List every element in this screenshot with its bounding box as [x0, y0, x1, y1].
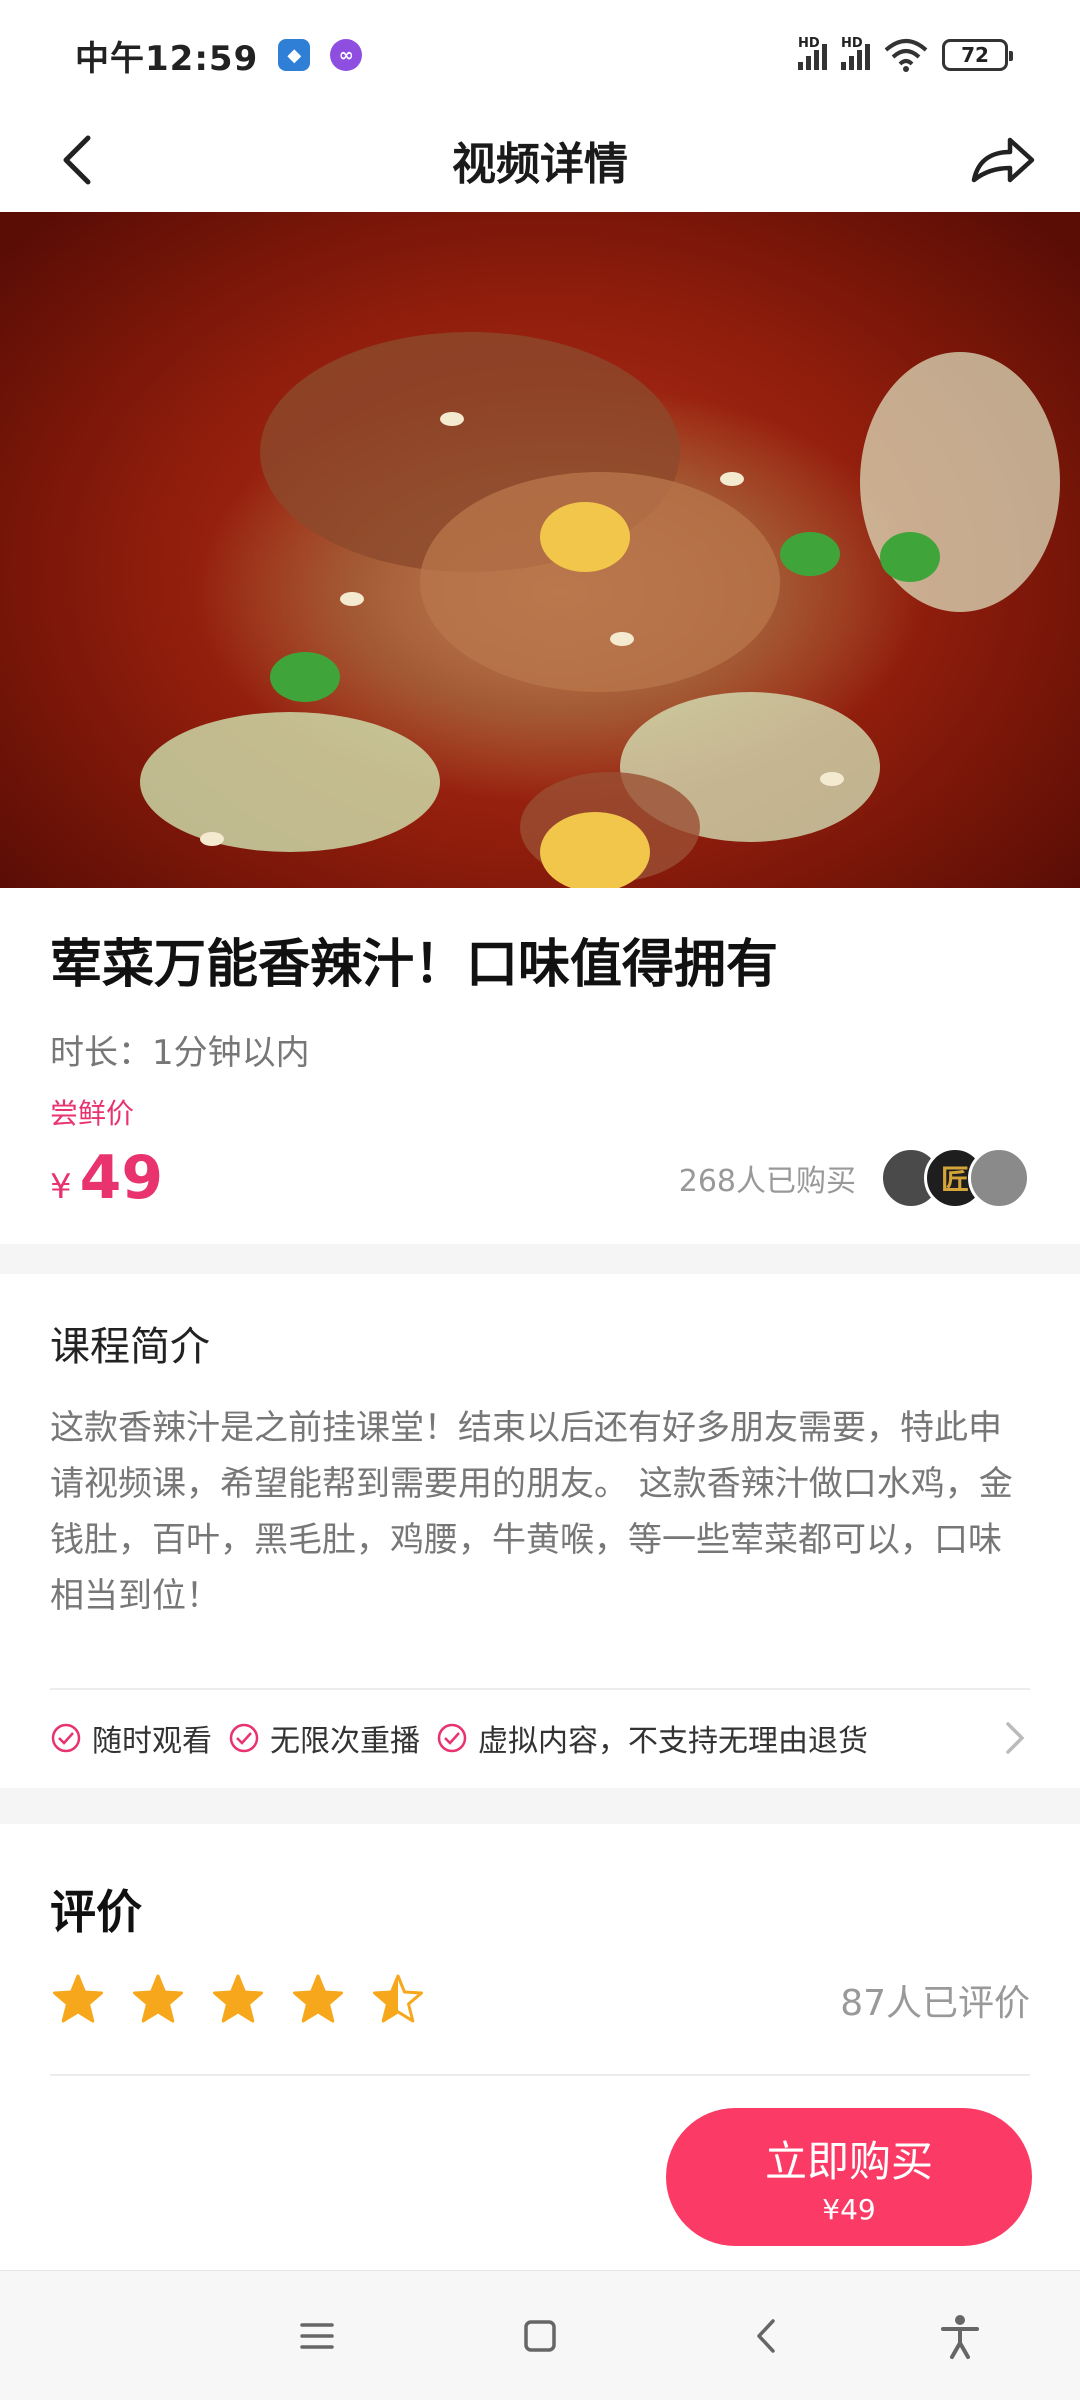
star-full-icon	[293, 1974, 343, 2023]
price-row: ¥ 49 268人已购买 匠	[50, 1138, 1030, 1218]
notification-app-icon: ∞	[330, 39, 363, 71]
course-intro: 课程简介 这款香辣汁是之前挂课堂！结束以后还有好多朋友需要，特此申请视频课，希望…	[0, 1274, 1080, 1788]
feature-label: 虚拟内容，不支持无理由退货	[478, 1724, 868, 1759]
feature-item: 无限次重播	[228, 1716, 420, 1760]
intro-text: 这款香辣汁是之前挂课堂！结束以后还有好多朋友需要，特此申请视频课，希望能帮到需要…	[50, 1408, 1013, 1616]
status-bar: 中午12:59 ◆ ∞ HD HD 72	[0, 0, 1080, 110]
feature-label: 随时观看	[92, 1724, 212, 1759]
battery-level: 72	[961, 43, 989, 67]
wifi-icon	[884, 39, 928, 72]
price-value: 49	[79, 1143, 164, 1213]
avatar	[968, 1147, 1030, 1209]
buy-now-price: ¥49	[822, 2193, 876, 2226]
course-title: 荤菜万能香辣汁！口味值得拥有	[50, 935, 779, 995]
reviews-section[interactable]: 评价 87人已评价	[0, 1824, 1080, 2080]
intro-heading: 课程简介	[50, 1324, 210, 1370]
service-features[interactable]: 随时观看 无限次重播 虚拟内容，不支持无理由退货	[50, 1690, 1030, 1786]
check-circle-icon	[437, 1723, 467, 1753]
star-half-icon	[373, 1974, 423, 2023]
check-circle-icon	[51, 1723, 81, 1753]
signal-icon: HD	[841, 36, 870, 70]
divider	[50, 2074, 1030, 2076]
star-full-icon	[133, 1974, 183, 2023]
price-currency: ¥	[50, 1167, 72, 1207]
system-nav-bar	[0, 2270, 1080, 2400]
rating-row: 87人已评价	[50, 1972, 1030, 2028]
review-count: 87人已评价	[840, 1983, 1030, 2024]
status-time: 中午12:59	[75, 38, 259, 79]
price-label: 尝鲜价	[50, 1097, 135, 1130]
buy-now-button[interactable]: 立即购买 ¥49	[666, 2108, 1032, 2246]
signal-icon: HD	[798, 36, 827, 70]
chevron-right-icon[interactable]	[1000, 1718, 1030, 1758]
back-nav-icon[interactable]	[743, 2311, 793, 2361]
buy-now-label: 立即购买	[764, 2137, 933, 2186]
feature-item: 虚拟内容，不支持无理由退货	[436, 1716, 868, 1760]
back-icon[interactable]	[50, 128, 110, 192]
check-circle-icon	[229, 1723, 259, 1753]
section-divider	[0, 1244, 1080, 1274]
header: 视频详情	[0, 110, 1080, 210]
battery-icon: 72	[942, 39, 1013, 71]
star-full-icon	[53, 1974, 103, 2023]
course-info: 荤菜万能香辣汁！口味值得拥有 时长：1分钟以内 尝鲜价 ¥ 49 268人已购买…	[0, 888, 1080, 1244]
menu-icon[interactable]	[292, 2311, 342, 2361]
course-duration: 时长：1分钟以内	[50, 1033, 310, 1073]
star-rating	[50, 1972, 450, 2028]
notification-app-icon: ◆	[278, 39, 311, 71]
feature-item: 随时观看	[50, 1716, 212, 1760]
home-icon[interactable]	[515, 2311, 565, 2361]
feature-label: 无限次重播	[270, 1724, 420, 1759]
reviews-heading: 评价	[50, 1885, 142, 1939]
buyer-avatars[interactable]: 匠	[880, 1147, 1030, 1209]
star-full-icon	[213, 1974, 263, 2023]
accessibility-icon[interactable]	[935, 2311, 985, 2361]
section-divider	[0, 1788, 1080, 1824]
buyer-count: 268人已购买	[678, 1164, 856, 1199]
page-title: 视频详情	[452, 139, 628, 190]
share-icon[interactable]	[968, 128, 1038, 192]
video-cover-image[interactable]	[0, 212, 1080, 888]
action-bar: 立即购买 ¥49	[0, 2080, 1080, 2270]
